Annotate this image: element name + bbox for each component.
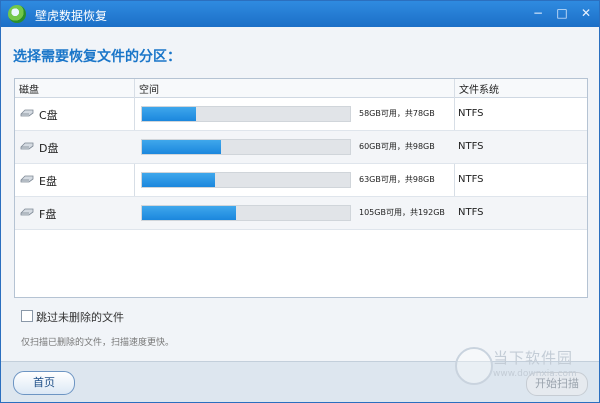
table-row[interactable]: D盘 60GB可用，共98GB NTFS [15, 131, 587, 164]
column-header-fs: 文件系统 [459, 85, 499, 96]
maximize-button[interactable]: □ [551, 4, 573, 22]
watermark: 当下软件园 www.downxia.com [455, 347, 585, 387]
drive-label: D盘 [39, 142, 59, 155]
home-button[interactable]: 首页 [13, 371, 75, 395]
space-bar [141, 172, 351, 188]
space-bar-fill [142, 107, 197, 121]
app-window: 壁虎数据恢复 − □ ✕ 选择需要恢复文件的分区： 磁盘 空间 文件系统 C盘 … [0, 0, 600, 403]
partition-table: 磁盘 空间 文件系统 C盘 58GB可用，共78GB NTFS D盘 60GB可… [14, 78, 588, 298]
option-hint: 仅扫描已删除的文件，扫描速度更快。 [21, 338, 175, 348]
filesystem-text: NTFS [458, 141, 484, 152]
column-header-space: 空间 [139, 85, 159, 96]
table-row[interactable]: F盘 105GB可用，共192GB NTFS [15, 197, 587, 230]
page-heading: 选择需要恢复文件的分区： [13, 49, 181, 65]
space-bar [141, 205, 351, 221]
minimize-button[interactable]: − [527, 4, 549, 22]
window-title: 壁虎数据恢复 [35, 9, 108, 23]
space-text: 60GB可用，共98GB [359, 142, 435, 151]
hard-drive-icon [20, 208, 34, 216]
filesystem-text: NTFS [458, 207, 484, 218]
table-header: 磁盘 空间 文件系统 [15, 79, 587, 98]
column-header-disk: 磁盘 [19, 85, 39, 96]
hard-drive-icon [20, 175, 34, 183]
skip-undeleted-label[interactable]: 跳过未删除的文件 [36, 309, 124, 325]
space-text: 105GB可用，共192GB [359, 208, 445, 217]
skip-undeleted-checkbox[interactable] [21, 310, 33, 322]
drive-label: E盘 [39, 175, 57, 188]
filesystem-text: NTFS [458, 174, 484, 185]
space-bar [141, 139, 351, 155]
table-row[interactable]: C盘 58GB可用，共78GB NTFS [15, 98, 587, 131]
filesystem-text: NTFS [458, 108, 484, 119]
drive-label: F盘 [39, 208, 57, 221]
hard-drive-icon [20, 109, 34, 117]
space-bar-fill [142, 206, 236, 220]
space-bar-fill [142, 140, 222, 154]
title-bar[interactable]: 壁虎数据恢复 − □ ✕ [1, 1, 599, 27]
space-text: 63GB可用，共98GB [359, 175, 435, 184]
space-bar-fill [142, 173, 215, 187]
table-row[interactable]: E盘 63GB可用，共98GB NTFS [15, 164, 587, 197]
watermark-logo-icon [455, 347, 493, 385]
app-logo-icon [8, 5, 26, 23]
watermark-url: www.downxia.com [493, 369, 577, 379]
space-bar [141, 106, 351, 122]
close-button[interactable]: ✕ [575, 4, 597, 22]
drive-label: C盘 [39, 109, 58, 122]
hard-drive-icon [20, 142, 34, 150]
watermark-title: 当下软件园 [493, 349, 574, 367]
space-text: 58GB可用，共78GB [359, 109, 435, 118]
